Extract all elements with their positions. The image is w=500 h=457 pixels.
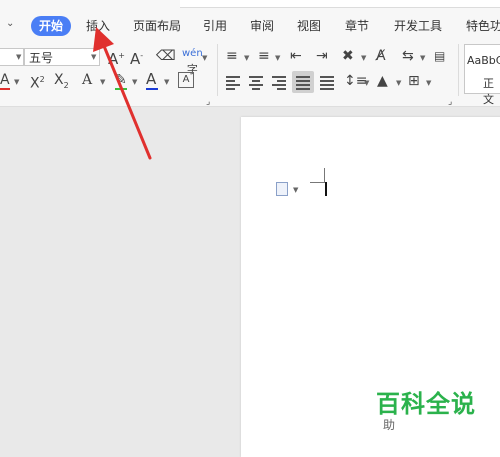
annotation-arrow-icon <box>93 27 152 160</box>
